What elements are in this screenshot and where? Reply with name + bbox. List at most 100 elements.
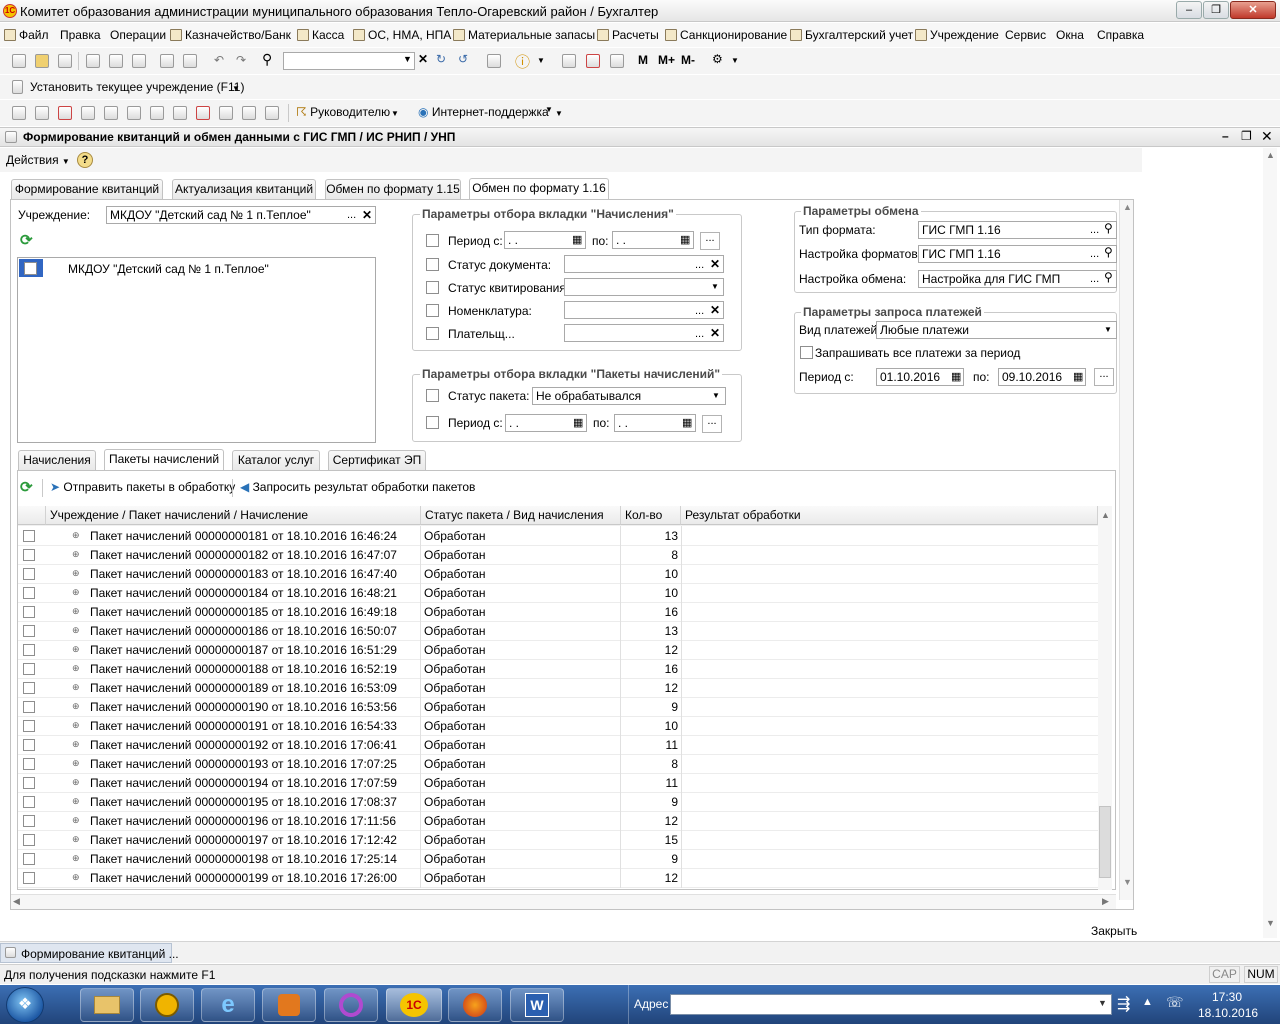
actions-menu[interactable]: Действия ▼ bbox=[6, 153, 70, 167]
doc-minimize-button[interactable]: – bbox=[1222, 129, 1229, 143]
expand-icon[interactable]: ⊕ bbox=[72, 530, 80, 541]
package-period-select-button[interactable]: ... bbox=[702, 415, 722, 433]
set-institution-button[interactable]: Установить текущее учреждение (F11) bbox=[30, 80, 244, 94]
grid-icon[interactable] bbox=[265, 106, 279, 120]
menu-service[interactable]: Сервис bbox=[1005, 28, 1046, 42]
save-icon[interactable] bbox=[58, 54, 72, 68]
row-checkbox[interactable] bbox=[23, 796, 35, 808]
report-icon[interactable] bbox=[127, 106, 141, 120]
firefox-taskbar-button[interactable] bbox=[448, 988, 502, 1022]
expand-icon[interactable]: ⊕ bbox=[72, 549, 80, 560]
chevron-down-icon[interactable]: ▼ bbox=[711, 282, 719, 291]
table-row[interactable]: ⊕ Пакет начислений 00000000196 от 18.10.2… bbox=[18, 812, 1098, 831]
table-row[interactable]: ⊕ Пакет начислений 00000000195 от 18.10.2… bbox=[18, 793, 1098, 812]
scroll-up-icon[interactable]: ▲ bbox=[1266, 150, 1275, 160]
clear-search-icon[interactable]: ✕ bbox=[418, 52, 428, 66]
tab-actualize-receipts[interactable]: Актуализация квитанций bbox=[172, 179, 316, 199]
table-row[interactable]: ⊕ Пакет начислений 00000000182 от 18.10.2… bbox=[18, 546, 1098, 565]
table-row[interactable]: ⊕ Пакет начислений 00000000181 от 18.10.2… bbox=[18, 527, 1098, 546]
table-row[interactable]: ⊕ Пакет начислений 00000000199 от 18.10.2… bbox=[18, 869, 1098, 888]
report-icon[interactable] bbox=[35, 106, 49, 120]
chevron-down-icon[interactable]: ▼ bbox=[232, 84, 240, 93]
open-folder-icon[interactable] bbox=[35, 54, 49, 68]
find-next-icon[interactable]: ↻ bbox=[436, 52, 446, 66]
print-icon[interactable] bbox=[160, 54, 174, 68]
manager-button[interactable]: ☈ Руководителю bbox=[296, 105, 390, 119]
table-row[interactable]: ⊕ Пакет начислений 00000000184 от 18.10.2… bbox=[18, 584, 1098, 603]
table-row[interactable]: ⊕ Пакет начислений 00000000191 от 18.10.2… bbox=[18, 717, 1098, 736]
print-preview-icon[interactable] bbox=[183, 54, 197, 68]
institution-field[interactable]: МКДОУ "Детский сад № 1 п.Теплое" bbox=[106, 206, 376, 224]
report-icon[interactable] bbox=[58, 106, 72, 120]
request-results-button[interactable]: ◀ Запросить результат обработки пакетов bbox=[240, 480, 475, 494]
send-packages-button[interactable]: ➤ Отправить пакеты в обработку bbox=[50, 480, 235, 494]
table-row[interactable]: ⊕ Пакет начислений 00000000185 от 18.10.2… bbox=[18, 603, 1098, 622]
expand-icon[interactable]: ⊕ bbox=[72, 606, 80, 617]
expand-icon[interactable]: ⊕ bbox=[72, 568, 80, 579]
grid-scroll-thumb[interactable] bbox=[1099, 806, 1111, 878]
table-row[interactable]: ⊕ Пакет начислений 00000000183 от 18.10.2… bbox=[18, 565, 1098, 584]
report-icon[interactable] bbox=[12, 106, 26, 120]
table-row[interactable]: ⊕ Пакет начислений 00000000189 от 18.10.2… bbox=[18, 679, 1098, 698]
table-row[interactable]: ⊕ Пакет начислений 00000000198 от 18.10.2… bbox=[18, 850, 1098, 869]
menu-help[interactable]: Справка bbox=[1097, 28, 1144, 42]
exchange-settings-select-button[interactable]: ... bbox=[1090, 274, 1099, 285]
row-checkbox[interactable] bbox=[23, 739, 35, 751]
magnifier-icon[interactable]: ⚲ bbox=[1104, 270, 1113, 284]
report-icon[interactable] bbox=[196, 106, 210, 120]
menu-treasury-bank[interactable]: Казначейство/Банк bbox=[170, 28, 291, 42]
all-payments-checkbox[interactable] bbox=[800, 346, 813, 359]
report-icon[interactable] bbox=[173, 106, 187, 120]
go-icon[interactable]: ⇶ bbox=[1117, 994, 1130, 1014]
doc-restore-button[interactable]: ❐ bbox=[1241, 129, 1252, 143]
calendar-icon[interactable]: ▦ bbox=[682, 416, 692, 429]
chevron-down-icon[interactable]: ▼ bbox=[1098, 998, 1107, 1008]
institution-list[interactable]: МКДОУ "Детский сад № 1 п.Теплое" bbox=[17, 257, 376, 443]
menu-accounting[interactable]: Бухгалтерский учет bbox=[790, 28, 913, 42]
kvit-status-select[interactable] bbox=[564, 278, 724, 296]
users-icon[interactable] bbox=[104, 106, 118, 120]
close-button[interactable]: Закрыть bbox=[1091, 924, 1137, 938]
table-row[interactable]: ⊕ Пакет начислений 00000000194 от 18.10.2… bbox=[18, 774, 1098, 793]
menu-institution[interactable]: Учреждение bbox=[915, 28, 999, 42]
expand-icon[interactable]: ⊕ bbox=[72, 739, 80, 750]
row-checkbox[interactable] bbox=[23, 568, 35, 580]
menu-sanction[interactable]: Санкционирование bbox=[665, 28, 787, 42]
row-checkbox[interactable] bbox=[23, 834, 35, 846]
row-checkbox[interactable] bbox=[23, 587, 35, 599]
institution-checkbox[interactable] bbox=[24, 262, 37, 275]
clear-payer-icon[interactable]: ✕ bbox=[710, 326, 720, 340]
menu-inventory[interactable]: Материальные запасы bbox=[453, 28, 595, 42]
menu-cash[interactable]: Касса bbox=[297, 28, 344, 42]
tab-service-catalog[interactable]: Каталог услуг bbox=[232, 450, 320, 470]
menu-windows[interactable]: Окна bbox=[1056, 28, 1084, 42]
column-header-qty[interactable]: Кол-во bbox=[621, 506, 681, 525]
table-row[interactable]: ⊕ Пакет начислений 00000000186 от 18.10.2… bbox=[18, 622, 1098, 641]
tab-certificate[interactable]: Сертификат ЭП bbox=[328, 450, 426, 470]
expand-icon[interactable]: ⊕ bbox=[72, 587, 80, 598]
table-row[interactable]: ⊕ Пакет начислений 00000000190 от 18.10.2… bbox=[18, 698, 1098, 717]
column-header-status[interactable]: Статус пакета / Вид начисления bbox=[421, 506, 621, 525]
table-row[interactable]: ⊕ Пакет начислений 00000000193 от 18.10.2… bbox=[18, 755, 1098, 774]
clear-doc-status-icon[interactable]: ✕ bbox=[710, 257, 720, 271]
chevron-down-icon[interactable]: ▼ bbox=[537, 56, 545, 65]
table-row[interactable]: ⊕ Пакет начислений 00000000188 от 18.10.2… bbox=[18, 660, 1098, 679]
expand-icon[interactable]: ⊕ bbox=[72, 815, 80, 826]
expand-icon[interactable]: ⊕ bbox=[72, 720, 80, 731]
nomenclature-select-button[interactable]: ... bbox=[695, 306, 704, 317]
chevron-down-icon[interactable]: ▼ bbox=[545, 105, 553, 114]
table-icon[interactable] bbox=[610, 54, 624, 68]
menu-file[interactable]: Файл bbox=[4, 28, 49, 42]
chevron-down-icon[interactable]: ▼ bbox=[555, 109, 563, 118]
chevron-down-icon[interactable]: ▼ bbox=[731, 56, 739, 65]
refresh-icon[interactable]: ⟳ bbox=[20, 478, 33, 496]
1c-taskbar-button[interactable]: 1С bbox=[386, 988, 442, 1022]
kvit-status-checkbox[interactable] bbox=[426, 281, 439, 294]
doc-status-select-button[interactable]: ... bbox=[695, 260, 704, 271]
windows-icon[interactable] bbox=[487, 54, 501, 68]
expand-icon[interactable]: ⊕ bbox=[72, 872, 80, 883]
report-icon[interactable] bbox=[150, 106, 164, 120]
expand-icon[interactable]: ⊕ bbox=[72, 701, 80, 712]
tab-accruals[interactable]: Начисления bbox=[18, 450, 96, 470]
expand-icon[interactable]: ⊕ bbox=[72, 644, 80, 655]
